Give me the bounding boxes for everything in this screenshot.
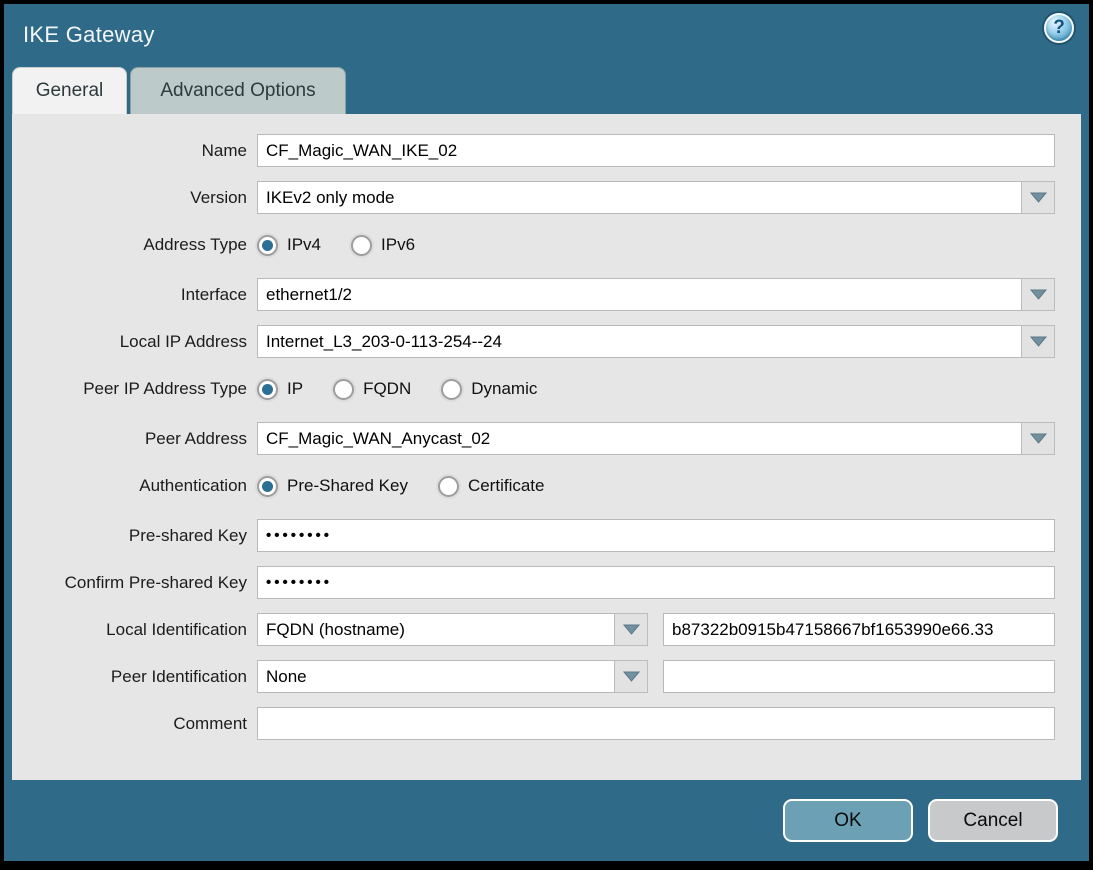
comment-input[interactable] [257,707,1055,740]
version-row: Version [12,181,1081,214]
confirm-preshared-key-input[interactable] [257,566,1055,599]
radio-option-ipv4[interactable]: IPv4 [257,235,321,256]
titlebar: IKE Gateway ? [4,4,1089,66]
radio-fqdn-label: FQDN [363,379,411,399]
radio-certificate-label: Certificate [468,476,545,496]
local-identification-type-value[interactable] [257,613,614,646]
peer-identification-type-value[interactable] [257,660,614,693]
radio-preshared-key-label: Pre-Shared Key [287,476,408,496]
version-select[interactable] [257,181,1055,214]
interface-select[interactable] [257,278,1055,311]
ike-gateway-dialog: IKE Gateway ? General Advanced Options N… [0,0,1093,870]
radio-ip[interactable] [257,379,278,400]
peer-address-row: Peer Address [12,422,1081,455]
preshared-key-input[interactable] [257,519,1055,552]
name-row: Name [12,134,1081,167]
comment-label: Comment [12,714,257,734]
authentication-row: Authentication Pre-Shared Key Certificat… [12,473,1081,499]
peer-identification-row: Peer Identification [12,660,1081,693]
address-type-label: Address Type [12,235,257,255]
chevron-down-icon [1030,288,1047,301]
radio-certificate[interactable] [438,476,459,497]
peer-ip-type-label: Peer IP Address Type [12,379,257,399]
radio-dynamic[interactable] [441,379,462,400]
tab-general[interactable]: General [12,67,127,114]
chevron-down-icon [1030,335,1047,348]
local-ip-select[interactable] [257,325,1055,358]
radio-option-fqdn[interactable]: FQDN [333,379,411,400]
radio-ipv6[interactable] [351,235,372,256]
comment-row: Comment [12,707,1081,740]
radio-option-preshared-key[interactable]: Pre-Shared Key [257,476,408,497]
radio-option-certificate[interactable]: Certificate [438,476,545,497]
chevron-down-icon [623,670,640,683]
radio-ipv4-label: IPv4 [287,235,321,255]
interface-label: Interface [12,285,257,305]
tab-advanced-options[interactable]: Advanced Options [130,67,346,114]
radio-preshared-key[interactable] [257,476,278,497]
radio-option-ipv6[interactable]: IPv6 [351,235,415,256]
radio-dynamic-label: Dynamic [471,379,537,399]
chevron-down-icon [1030,191,1047,204]
version-label: Version [12,188,257,208]
radio-ipv4[interactable] [257,235,278,256]
local-identification-id-input[interactable] [663,613,1055,646]
local-identification-type-select[interactable] [257,613,648,646]
local-ip-dropdown-button[interactable] [1021,325,1055,358]
confirm-preshared-key-row: Confirm Pre-shared Key [12,566,1081,599]
authentication-label: Authentication [12,476,257,496]
preshared-key-row: Pre-shared Key [12,519,1081,552]
dialog-title: IKE Gateway [23,22,155,48]
peer-identification-id-input[interactable] [663,660,1055,693]
radio-option-dynamic[interactable]: Dynamic [441,379,537,400]
button-bar: OK Cancel [4,799,1089,842]
local-identification-label: Local Identification [12,620,257,640]
peer-address-select[interactable] [257,422,1055,455]
peer-ip-type-row: Peer IP Address Type IP FQDN Dynamic [12,376,1081,402]
peer-address-value[interactable] [257,422,1021,455]
preshared-key-label: Pre-shared Key [12,526,257,546]
general-tab-panel: Name Version Address Type [12,114,1081,780]
peer-identification-label: Peer Identification [12,667,257,687]
peer-address-dropdown-button[interactable] [1021,422,1055,455]
radio-fqdn[interactable] [333,379,354,400]
version-dropdown-button[interactable] [1021,181,1055,214]
version-value[interactable] [257,181,1021,214]
local-ip-value[interactable] [257,325,1021,358]
local-ip-row: Local IP Address [12,325,1081,358]
local-ip-label: Local IP Address [12,332,257,352]
interface-dropdown-button[interactable] [1021,278,1055,311]
confirm-preshared-key-label: Confirm Pre-shared Key [12,573,257,593]
local-identification-row: Local Identification [12,613,1081,646]
name-label: Name [12,141,257,161]
peer-identification-type-select[interactable] [257,660,648,693]
name-input[interactable] [257,134,1055,167]
radio-ipv6-label: IPv6 [381,235,415,255]
peer-identification-dropdown-button[interactable] [614,660,648,693]
radio-ip-label: IP [287,379,303,399]
interface-value[interactable] [257,278,1021,311]
tabbar: General Advanced Options [4,66,1089,114]
peer-address-label: Peer Address [12,429,257,449]
local-identification-dropdown-button[interactable] [614,613,648,646]
interface-row: Interface [12,278,1081,311]
radio-option-ip[interactable]: IP [257,379,303,400]
help-icon[interactable]: ? [1044,13,1074,43]
chevron-down-icon [623,623,640,636]
cancel-button[interactable]: Cancel [928,799,1058,842]
chevron-down-icon [1030,432,1047,445]
address-type-row: Address Type IPv4 IPv6 [12,232,1081,258]
ok-button[interactable]: OK [783,799,913,842]
